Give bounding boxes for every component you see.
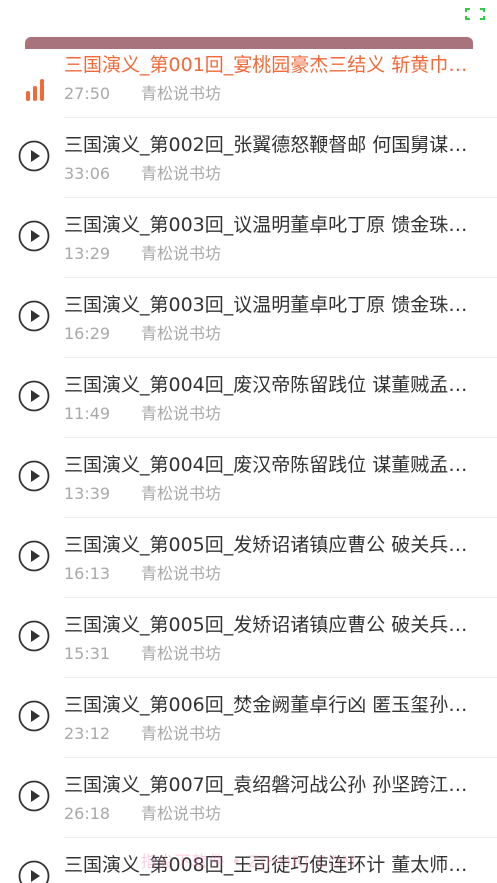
play-icon[interactable] xyxy=(18,140,50,172)
episode-duration: 26:18 xyxy=(64,804,111,823)
episode-row[interactable]: 三国演义_第004回_废汉帝陈留践位 谋董贼孟德献刀 13:39 青松说书坊 xyxy=(0,438,497,518)
episode-row[interactable]: 三国演义_第003回_议温明董卓叱丁原 馈金珠李肃说吕布 16:29 青松说书坊 xyxy=(0,278,497,358)
episode-row[interactable]: 三国演义_第007回_袁绍磐河战公孙 孙坚跨江击刘表 26:18 青松说书坊 xyxy=(0,758,497,838)
episode-uploader: 青松说书坊 xyxy=(141,644,222,663)
episode-title: 三国演义_第008回_王司徒巧使连环计 董太师大闹凤仪亭 xyxy=(64,854,474,876)
episode-row[interactable]: 三国演义_第006回_焚金阙董卓行凶 匿玉玺孙坚背约 23:12 青松说书坊 xyxy=(0,678,497,758)
episode-title: 三国演义_第006回_焚金阙董卓行凶 匿玉玺孙坚背约 xyxy=(64,694,474,716)
episode-uploader: 青松说书坊 xyxy=(141,164,222,183)
episode-duration: 15:31 xyxy=(64,644,111,663)
play-icon[interactable] xyxy=(18,460,50,492)
episode-duration: 33:06 xyxy=(64,164,111,183)
playing-bars-icon xyxy=(26,79,44,101)
episode-uploader: 青松说书坊 xyxy=(141,404,222,423)
episode-uploader: 青松说书坊 xyxy=(141,564,222,583)
episode-uploader: 青松说书坊 xyxy=(141,804,222,823)
episode-duration: 23:12 xyxy=(64,724,111,743)
episode-uploader: 青松说书坊 xyxy=(141,324,222,343)
play-icon[interactable] xyxy=(18,380,50,412)
episode-title: 三国演义_第004回_废汉帝陈留践位 谋董贼孟德献刀 xyxy=(64,454,474,476)
episode-duration: 13:29 xyxy=(64,244,111,263)
episode-duration: 11:49 xyxy=(64,404,111,423)
episode-title: 三国演义_第003回_议温明董卓叱丁原 馈金珠李肃说吕布 xyxy=(64,294,474,316)
battery-icon xyxy=(465,8,485,20)
episode-title: 三国演义_第005回_发矫诏诸镇应曹公 破关兵三英战吕布 xyxy=(64,534,474,556)
episode-duration: 16:29 xyxy=(64,324,111,343)
episode-row[interactable]: 三国演义_第002回_张翼德怒鞭督邮 何国舅谋诛宦竖 33:06 青松说书坊 xyxy=(0,118,497,198)
episode-title: 三国演义_第001回_宴桃园豪杰三结义 斩黄巾英雄首立功 xyxy=(64,54,474,76)
episode-row[interactable]: 三国演义_第005回_发矫诏诸镇应曹公 破关兵三英战吕布 16:13 青松说书坊 xyxy=(0,518,497,598)
episode-title: 三国演义_第007回_袁绍磐河战公孙 孙坚跨江击刘表 xyxy=(64,774,474,796)
episode-row[interactable]: 三国演义_第003回_议温明董卓叱丁原 馈金珠李肃说吕布 13:29 青松说书坊 xyxy=(0,198,497,278)
episode-uploader: 青松说书坊 xyxy=(141,244,222,263)
episode-title: 三国演义_第003回_议温明董卓叱丁原 馈金珠李肃说吕布 xyxy=(64,214,474,236)
play-icon[interactable] xyxy=(18,620,50,652)
play-icon[interactable] xyxy=(18,540,50,572)
status-bar xyxy=(0,0,497,30)
episode-row[interactable]: 三国演义_第008回_王司徒巧使连环计 董太师大闹凤仪亭 xyxy=(0,838,497,883)
play-icon[interactable] xyxy=(18,300,50,332)
episode-title: 三国演义_第005回_发矫诏诸镇应曹公 破关兵三英战吕布 xyxy=(64,614,474,636)
play-icon[interactable] xyxy=(18,780,50,812)
episode-uploader: 青松说书坊 xyxy=(141,484,222,503)
play-icon[interactable] xyxy=(18,860,50,883)
episode-row[interactable]: 三国演义_第004回_废汉帝陈留践位 谋董贼孟德献刀 11:49 青松说书坊 xyxy=(0,358,497,438)
play-icon[interactable] xyxy=(18,220,50,252)
episode-title: 三国演义_第002回_张翼德怒鞭督邮 何国舅谋诛宦竖 xyxy=(64,134,474,156)
episode-duration: 27:50 xyxy=(64,84,111,103)
episode-duration: 13:39 xyxy=(64,484,111,503)
episode-row[interactable]: 三国演义_第001回_宴桃园豪杰三结义 斩黄巾英雄首立功 27:50 青松说书坊 xyxy=(0,38,497,118)
play-icon[interactable] xyxy=(18,700,50,732)
episode-row[interactable]: 三国演义_第005回_发矫诏诸镇应曹公 破关兵三英战吕布 15:31 青松说书坊 xyxy=(0,598,497,678)
episode-duration: 16:13 xyxy=(64,564,111,583)
episode-list[interactable]: 三国演义_第001回_宴桃园豪杰三结义 斩黄巾英雄首立功27:50青松说书坊三国… xyxy=(0,38,497,883)
episode-uploader: 青松说书坊 xyxy=(141,84,222,103)
episode-uploader: 青松说书坊 xyxy=(141,724,222,743)
episode-title: 三国演义_第004回_废汉帝陈留践位 谋董贼孟德献刀 xyxy=(64,374,474,396)
